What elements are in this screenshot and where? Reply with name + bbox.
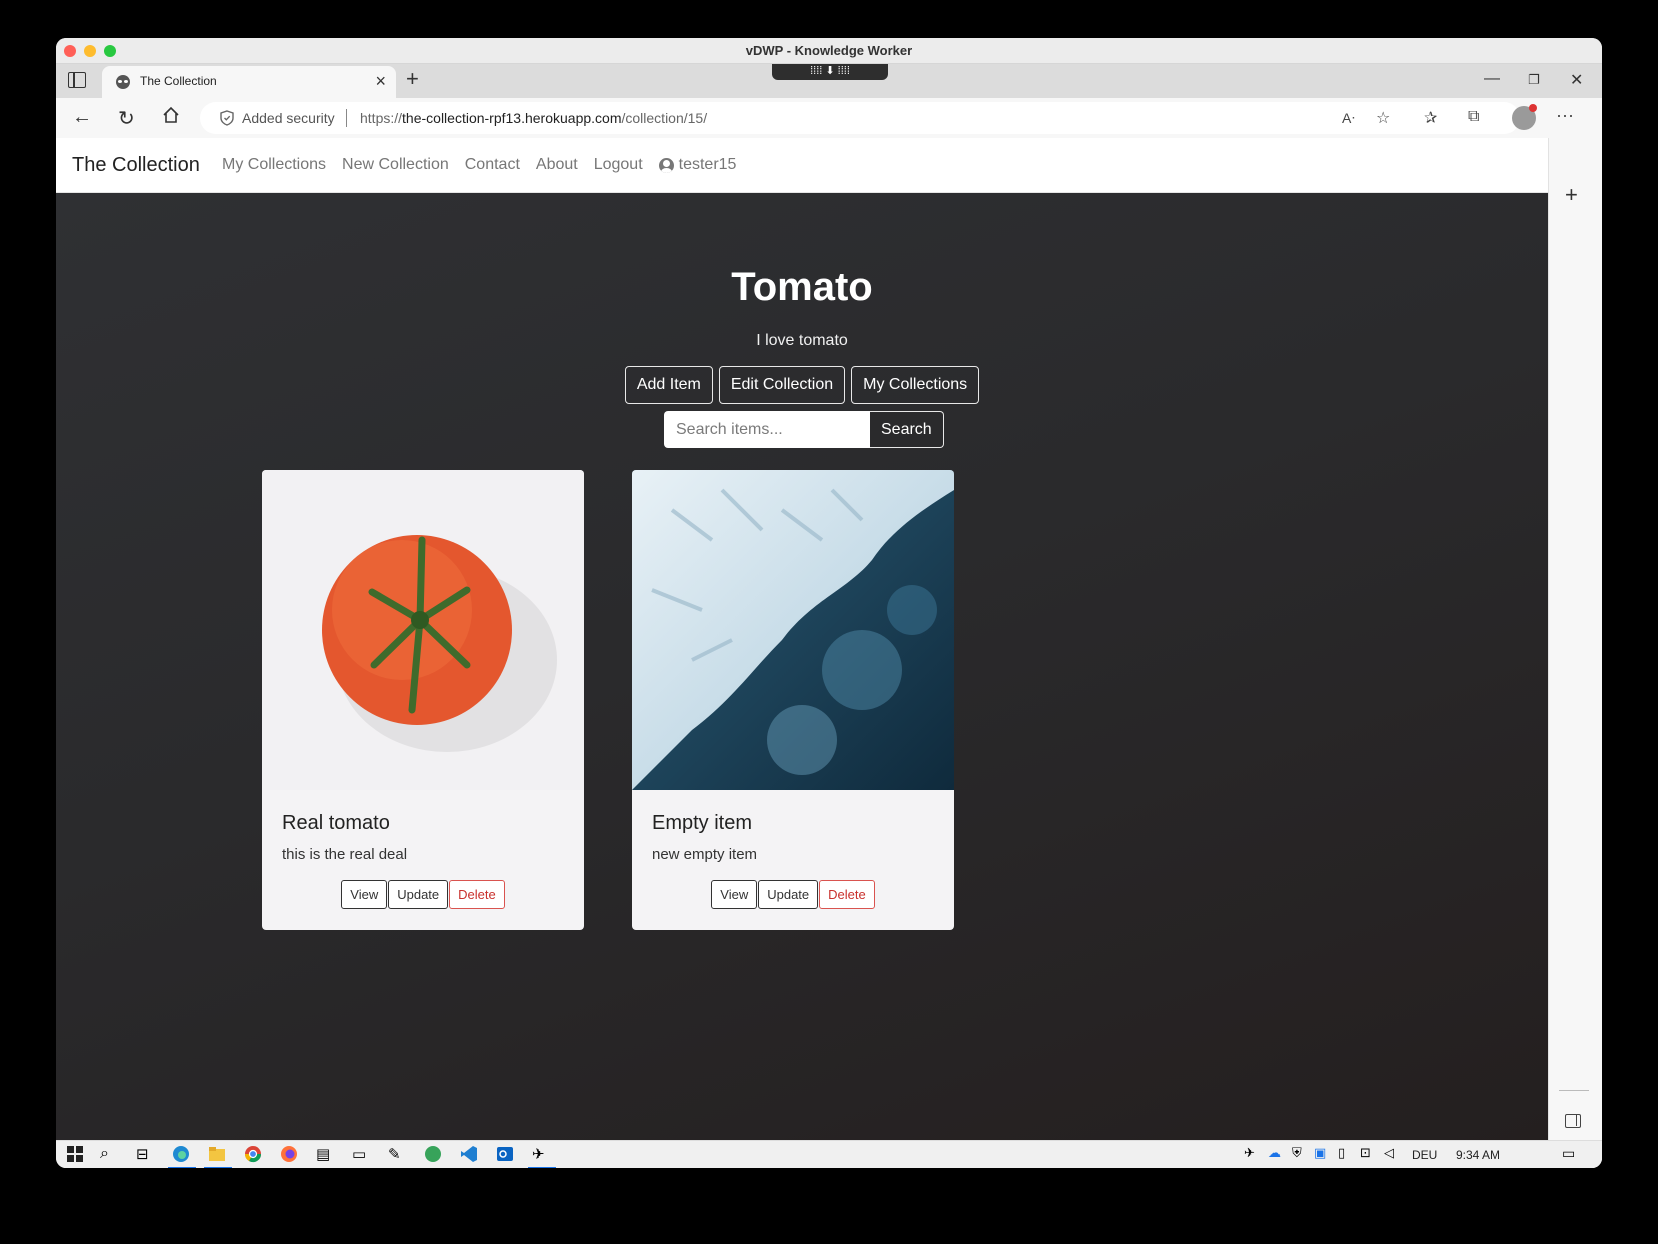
item-card: Empty item new empty item View Update De… bbox=[632, 470, 954, 930]
add-item-button[interactable]: Add Item bbox=[624, 366, 713, 404]
alien-favicon-icon bbox=[116, 75, 130, 89]
new-tab-icon[interactable]: + bbox=[406, 66, 419, 92]
address-toolbar: ← ↻ Added security https://the-collectio… bbox=[56, 98, 1602, 138]
notification-center-icon[interactable]: ▭ bbox=[1562, 1145, 1582, 1165]
window-title: vDWP - Knowledge Worker bbox=[745, 43, 913, 58]
reload-icon[interactable]: ↻ bbox=[118, 106, 135, 131]
security-shield-icon[interactable]: ⛨ bbox=[1292, 1145, 1312, 1165]
more-options-icon[interactable]: ··· bbox=[1556, 105, 1574, 126]
my-collections-button[interactable]: My Collections bbox=[851, 366, 980, 404]
windows-start-icon[interactable] bbox=[66, 1145, 86, 1165]
update-button[interactable]: Update bbox=[388, 880, 449, 909]
search-button[interactable]: Search bbox=[870, 411, 944, 448]
tab-close-icon[interactable]: × bbox=[375, 71, 386, 92]
item-title: Empty item bbox=[652, 812, 753, 834]
nav-user[interactable]: tester15 bbox=[658, 156, 737, 174]
url-text[interactable]: https://the-collection-rpf13.herokuapp.c… bbox=[360, 110, 707, 126]
browser-tab[interactable]: The Collection × bbox=[102, 66, 396, 98]
app-window: vDWP - Knowledge Worker The Collection ×… bbox=[56, 38, 1602, 1168]
tab-actions-icon[interactable] bbox=[68, 72, 86, 88]
windows-taskbar: ⌕ ⊟ ▤ ▭ ✎ ✈ ✈ ☁ ⛨ ▣ ▯ ⊡ ◁ DEU 9:34 AM ▭ bbox=[56, 1140, 1602, 1168]
remote-desktop-icon[interactable]: ✈ bbox=[528, 1145, 556, 1168]
terminal-icon[interactable]: ▭ bbox=[352, 1145, 372, 1165]
address-bar[interactable]: Added security https://the-collection-rp… bbox=[200, 102, 1520, 134]
username: tester15 bbox=[678, 156, 737, 173]
add-sidebar-app-icon[interactable]: + bbox=[1565, 182, 1578, 208]
edge-sidebar: + ⚙ bbox=[1548, 138, 1602, 1168]
item-description: new empty item bbox=[652, 846, 758, 863]
item-search: Search bbox=[664, 411, 944, 448]
remote-session-handle[interactable]: ⁞⁞⁞⁞ ⬇ ⁞⁞⁞⁞ bbox=[772, 64, 888, 80]
nav-logout[interactable]: Logout bbox=[594, 156, 643, 174]
search-input[interactable] bbox=[664, 411, 870, 448]
glacier-image bbox=[632, 470, 954, 790]
nav-contact[interactable]: Contact bbox=[465, 156, 520, 174]
green-app-icon[interactable] bbox=[424, 1145, 444, 1165]
site-navbar: The Collection My Collections New Collec… bbox=[56, 138, 1548, 193]
hide-sidebar-icon[interactable] bbox=[1565, 1114, 1581, 1128]
network-icon[interactable]: ⊡ bbox=[1360, 1145, 1380, 1165]
vscode-icon[interactable] bbox=[460, 1145, 480, 1165]
add-favorite-icon[interactable]: ☆ bbox=[1376, 108, 1390, 128]
url-host: the-collection-rpf13.herokuapp.com bbox=[402, 110, 622, 126]
usb-icon[interactable]: ▯ bbox=[1338, 1145, 1358, 1165]
onedrive-icon[interactable]: ☁ bbox=[1268, 1145, 1288, 1165]
minimize-icon[interactable]: — bbox=[1484, 70, 1500, 88]
tomato-image bbox=[262, 470, 584, 790]
language-indicator[interactable]: DEU bbox=[1412, 1148, 1437, 1162]
window-titlebar: vDWP - Knowledge Worker bbox=[56, 38, 1602, 64]
volume-icon[interactable]: ◁ bbox=[1384, 1145, 1404, 1165]
collections-icon[interactable]: ⧉ bbox=[1468, 108, 1479, 126]
app-window-icon[interactable]: ▤ bbox=[316, 1145, 336, 1165]
item-actions: View Update Delete bbox=[262, 880, 584, 909]
url-prefix: https:// bbox=[360, 110, 403, 126]
file-explorer-icon[interactable] bbox=[204, 1145, 232, 1168]
nav-my-collections[interactable]: My Collections bbox=[222, 156, 326, 174]
restore-icon[interactable]: ❐ bbox=[1528, 72, 1540, 88]
view-button[interactable]: View bbox=[711, 880, 758, 909]
edit-collection-button[interactable]: Edit Collection bbox=[718, 366, 846, 404]
chrome-icon[interactable] bbox=[244, 1145, 264, 1165]
tray-network-app-icon[interactable]: ✈ bbox=[1244, 1145, 1264, 1165]
item-description: this is the real deal bbox=[282, 846, 408, 863]
item-actions: View Update Delete bbox=[632, 880, 954, 909]
site-brand[interactable]: The Collection bbox=[72, 154, 200, 177]
favorites-icon[interactable]: ✰ bbox=[1424, 108, 1437, 128]
clock[interactable]: 9:34 AM bbox=[1456, 1148, 1500, 1162]
back-arrow-icon[interactable]: ← bbox=[72, 106, 92, 129]
item-card: Real tomato this is the real deal View U… bbox=[262, 470, 584, 930]
security-label: Added security bbox=[242, 110, 335, 126]
view-button[interactable]: View bbox=[341, 880, 388, 909]
item-title: Real tomato bbox=[282, 812, 390, 834]
browser-tab-strip: The Collection × + ⁞⁞⁞⁞ ⬇ ⁞⁞⁞⁞ — ❐ ✕ bbox=[56, 64, 1602, 98]
collection-actions: Add Item Edit Collection My Collections bbox=[56, 366, 1548, 404]
outlook-icon[interactable] bbox=[496, 1145, 516, 1165]
web-page: The Collection My Collections New Collec… bbox=[56, 138, 1548, 1140]
nav-new-collection[interactable]: New Collection bbox=[342, 156, 449, 174]
close-icon[interactable]: ✕ bbox=[1570, 70, 1583, 90]
display-icon[interactable]: ▣ bbox=[1314, 1145, 1334, 1165]
search-icon[interactable]: ⌕ bbox=[100, 1145, 120, 1165]
collection-hero: Tomato I love tomato Add Item Edit Colle… bbox=[56, 193, 1548, 1140]
update-button[interactable]: Update bbox=[758, 880, 819, 909]
shield-icon bbox=[220, 110, 234, 126]
task-view-icon[interactable]: ⊟ bbox=[136, 1145, 156, 1165]
url-divider bbox=[346, 109, 347, 127]
delete-button[interactable]: Delete bbox=[819, 880, 875, 909]
tab-title: The Collection bbox=[140, 74, 217, 88]
nav-about[interactable]: About bbox=[536, 156, 578, 174]
firefox-icon[interactable] bbox=[280, 1145, 300, 1165]
collection-description: I love tomato bbox=[756, 332, 848, 349]
home-icon[interactable] bbox=[162, 106, 180, 128]
user-circle-icon bbox=[658, 157, 674, 173]
delete-button[interactable]: Delete bbox=[449, 880, 505, 909]
nav-links: My Collections New Collection Contact Ab… bbox=[222, 156, 736, 174]
url-path: /collection/15/ bbox=[621, 110, 708, 126]
sidebar-divider bbox=[1559, 1090, 1589, 1091]
collection-title: Tomato bbox=[731, 265, 873, 309]
notepad-icon[interactable]: ✎ bbox=[388, 1145, 408, 1165]
notification-dot bbox=[1529, 104, 1537, 112]
read-aloud-icon[interactable]: Aᐧ bbox=[1342, 110, 1355, 127]
edge-browser-icon[interactable] bbox=[168, 1145, 196, 1168]
